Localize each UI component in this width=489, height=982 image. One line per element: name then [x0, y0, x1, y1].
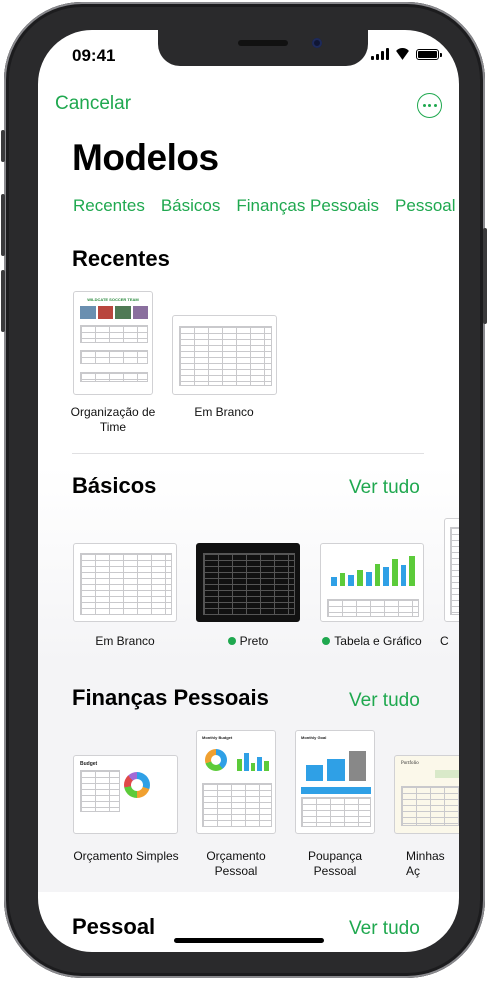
- template-label-line: Time: [99, 420, 127, 434]
- section-title-basicos: Básicos: [72, 473, 157, 498]
- phone-frame: 09:41 Cancelar Modelos Recentes Básicos …: [1, 2, 487, 978]
- template-label-line: Organização de: [70, 405, 156, 419]
- thumb-table: [327, 599, 419, 617]
- speaker-grille: [238, 40, 288, 46]
- wifi-icon: [394, 48, 411, 60]
- template-label-line: Poupança: [307, 849, 363, 863]
- section-title-pessoal: Pessoal: [72, 914, 156, 939]
- template-label: Em Branco: [95, 634, 155, 648]
- thumb-table: [450, 527, 459, 615]
- template-label: Organização de Time: [63, 405, 163, 435]
- thumb-table: [80, 350, 148, 364]
- status-time: 09:41: [72, 46, 116, 65]
- thumb-title: Budget: [80, 761, 98, 767]
- battery-icon: [416, 48, 442, 60]
- silent-switch: [1, 130, 5, 162]
- template-label-text: Preto: [239, 634, 269, 648]
- new-dot-icon: [227, 637, 236, 645]
- template-label: Preto: [198, 634, 298, 649]
- thumb-highlight: [435, 770, 459, 778]
- template-label: Orçamento Simples: [73, 849, 179, 863]
- thumb-chart: [331, 556, 416, 586]
- thumb-chart: [237, 751, 269, 771]
- template-label-text: Tabela e Gráfico: [334, 634, 422, 648]
- see-all-financas-link[interactable]: Ver tudo: [349, 690, 420, 712]
- thumb-table: [203, 553, 295, 615]
- page-title: Modelos: [72, 137, 219, 178]
- tab-financas-pessoais[interactable]: Finanças Pessoais: [236, 196, 379, 216]
- template-thumb-personal-budget[interactable]: Monthly Budget: [196, 730, 276, 834]
- thumb-title: Monthly Budget: [202, 735, 233, 740]
- thumb-table: [301, 797, 371, 827]
- section-title-financas: Finanças Pessoais: [72, 685, 269, 710]
- template-thumb-team[interactable]: WILDCATE SOCCER TEAM: [73, 291, 153, 395]
- volume-up-button: [1, 194, 5, 256]
- thumb-donut: [205, 749, 227, 771]
- template-thumb-checklist[interactable]: [444, 518, 459, 622]
- thumb-table: [80, 553, 172, 615]
- screen: 09:41 Cancelar Modelos Recentes Básicos …: [38, 30, 459, 952]
- thumb-table: [401, 786, 459, 826]
- template-label: Em Branco: [194, 405, 254, 419]
- tab-basicos[interactable]: Básicos: [161, 196, 221, 216]
- template-thumb-table-chart[interactable]: [320, 543, 424, 622]
- thumb-title: Portfolio: [401, 761, 419, 766]
- template-thumb-simple-budget[interactable]: Budget: [73, 755, 178, 834]
- status-icons: [371, 48, 442, 60]
- thumb-table: [80, 770, 120, 812]
- section-title-recentes: Recentes: [72, 246, 170, 271]
- template-thumb-savings[interactable]: Monthly Goal: [295, 730, 375, 834]
- template-label: Poupança Pessoal: [285, 849, 385, 879]
- front-camera: [312, 38, 322, 48]
- see-all-basicos-link[interactable]: Ver tudo: [349, 477, 420, 499]
- thumb-table: [80, 325, 148, 343]
- thumb-table: [202, 783, 272, 827]
- template-thumb-portfolio[interactable]: Portfolio: [394, 755, 459, 834]
- see-all-pessoal-link[interactable]: Ver tudo: [349, 918, 420, 940]
- thumb-table: [179, 326, 272, 386]
- template-label: C: [440, 634, 449, 648]
- template-label: Orçamento Pessoal: [186, 849, 286, 879]
- template-thumb-blank-recent[interactable]: [172, 315, 277, 395]
- template-label-line: Orçamento: [206, 849, 266, 863]
- category-tabs: Recentes Básicos Finanças Pessoais Pesso…: [73, 196, 456, 216]
- cancel-button[interactable]: Cancelar: [55, 93, 131, 115]
- thumb-chart: [306, 751, 366, 781]
- ellipsis-circle-icon[interactable]: [417, 93, 442, 118]
- template-label-line: Pessoal: [313, 864, 357, 878]
- divider: [72, 453, 424, 454]
- home-indicator[interactable]: [174, 938, 324, 943]
- template-label: Tabela e Gráfico: [316, 634, 428, 649]
- template-thumb-black[interactable]: [196, 543, 300, 622]
- template-label: Minhas Aç: [406, 849, 445, 878]
- power-button: [483, 228, 487, 324]
- tab-pessoal[interactable]: Pessoal: [395, 196, 455, 216]
- thumb-title: WILDCATE SOCCER TEAM: [87, 297, 139, 302]
- volume-down-button: [1, 270, 5, 332]
- tab-recentes[interactable]: Recentes: [73, 196, 145, 216]
- notch: [158, 30, 368, 66]
- thumb-photos: [80, 306, 148, 319]
- template-thumb-blank[interactable]: [73, 543, 177, 622]
- thumb-donut: [124, 772, 150, 798]
- cellular-signal-icon: [371, 48, 389, 60]
- new-dot-icon: [322, 637, 331, 645]
- thumb-highlight: [301, 787, 371, 794]
- template-label-line: Pessoal: [214, 864, 258, 878]
- thumb-table: [80, 372, 148, 382]
- thumb-title: Monthly Goal: [301, 735, 327, 740]
